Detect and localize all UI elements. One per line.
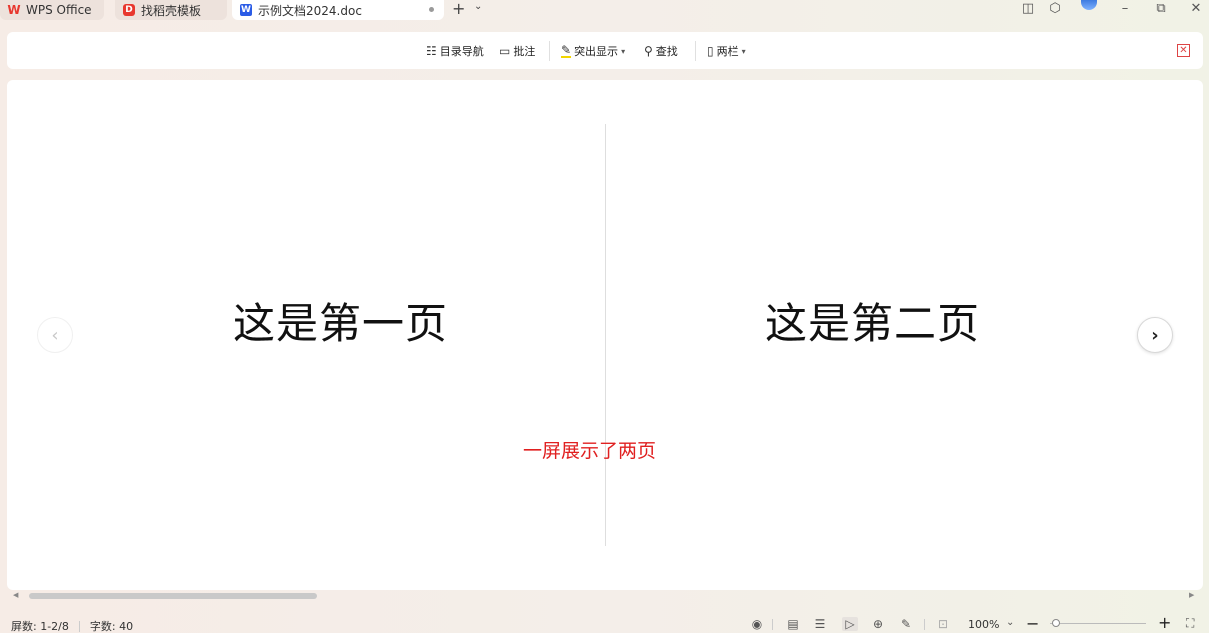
toolbar-divider [695,41,696,61]
tab-bar: W WPS Office D 找稻壳模板 W 示例文档2024.doc + ⌄ … [0,0,1209,20]
chevron-left-icon: ‹ [51,324,59,346]
zoom-chevron-down-icon[interactable]: ⌄ [1006,617,1014,628]
comment-label: 批注 [513,45,536,58]
layout-icon[interactable]: ◫ [1020,0,1036,16]
chevron-down-icon: ▾ [621,46,626,56]
highlight-button[interactable]: ✎ 突出显示 ▾ [561,42,625,60]
find-label: 查找 [655,45,678,58]
search-icon: ⚲ [644,44,653,58]
status-divider [924,619,925,630]
minimize-icon[interactable]: – [1117,0,1133,16]
status-divider [78,620,80,632]
avatar[interactable] [1081,0,1097,10]
zoom-slider[interactable] [1050,623,1146,624]
toc-icon: ☷ [426,44,437,58]
wps-logo-icon: W [7,3,21,17]
next-page-button[interactable]: › [1137,317,1173,353]
previous-page-button[interactable]: ‹ [37,317,73,353]
cube-icon[interactable]: ⬡ [1047,0,1063,16]
scroll-right-icon[interactable]: ▶ [1189,591,1194,599]
close-window-icon[interactable]: ✕ [1188,0,1204,16]
columns-label: 两栏 [716,45,739,58]
exit-reading-mode-icon[interactable]: ✕ [1177,44,1190,57]
annotation-text: 一屏展示了两页 [523,440,657,462]
unsaved-dot-icon [429,7,434,12]
status-info: 屏数: 1-2/8 字数: 40 [11,618,133,633]
web-view-icon[interactable]: ⊕ [870,617,886,631]
eye-icon[interactable]: ◉ [749,617,765,631]
tab-docer-templates[interactable]: D 找稻壳模板 [115,0,227,20]
page-view-icon[interactable]: ▤ [785,617,801,631]
zoom-slider-handle[interactable] [1052,619,1060,627]
toc-label: 目录导航 [439,45,484,58]
page-one-text: 这是第一页 [233,299,449,348]
tab-label: WPS Office [26,3,92,17]
reading-toolbar: ☷ 目录导航 ▭ 批注 ✎ 突出显示 ▾ ⚲ 查找 ▯ 两栏 ▾ ✕ [7,32,1203,69]
page-divider [605,124,606,546]
find-button[interactable]: ⚲ 查找 [644,42,678,60]
horizontal-scrollbar[interactable]: ◀ ▶ [7,590,1203,602]
tab-label: 找稻壳模板 [141,3,202,18]
pen-icon[interactable]: ✎ [898,617,914,631]
chevron-right-icon: › [1151,324,1159,346]
toc-navigation-button[interactable]: ☷ 目录导航 [426,42,484,60]
outline-view-icon[interactable]: ☰ [812,617,828,631]
toolbar-divider [549,41,550,61]
scrollbar-thumb[interactable] [29,593,317,599]
zoom-level[interactable]: 100% [968,618,999,631]
tab-list-chevron-icon[interactable]: ⌄ [474,1,482,12]
docer-icon: D [123,4,135,16]
reading-mode-icon[interactable]: ▷ [842,617,858,631]
tab-wps-office[interactable]: W WPS Office [0,0,104,20]
fit-page-icon[interactable]: ⊡ [935,617,951,631]
zoom-out-icon[interactable]: − [1026,614,1039,633]
word-count[interactable]: 字数: 40 [90,618,133,633]
status-divider [772,619,773,630]
zoom-in-icon[interactable]: + [1158,613,1171,632]
tab-document[interactable]: W 示例文档2024.doc [232,0,444,20]
page-count[interactable]: 屏数: 1-2/8 [11,618,69,633]
new-tab-plus-icon[interactable]: + [452,0,465,18]
tab-label: 示例文档2024.doc [258,3,362,18]
document-view: 这是第一页 这是第二页 一屏展示了两页 ‹ › [7,80,1203,590]
two-columns-button[interactable]: ▯ 两栏 ▾ [707,42,746,60]
highlighter-icon: ✎ [561,42,572,58]
comment-button[interactable]: ▭ 批注 [499,42,535,60]
word-doc-icon: W [240,4,252,16]
highlight-label: 突出显示 [574,45,619,58]
comment-icon: ▭ [499,44,511,58]
restore-icon[interactable]: ⧉ [1153,0,1169,16]
chevron-down-icon: ▾ [741,46,746,56]
scroll-left-icon[interactable]: ◀ [13,591,18,599]
page-icon: ▯ [707,44,714,58]
status-bar: 屏数: 1-2/8 字数: 40 ◉ ▤ ☰ ▷ ⊕ ✎ ⊡ 100% ⌄ − … [0,613,1209,633]
fullscreen-icon[interactable]: ⛶ [1186,616,1194,631]
page-two-text: 这是第二页 [765,299,981,348]
